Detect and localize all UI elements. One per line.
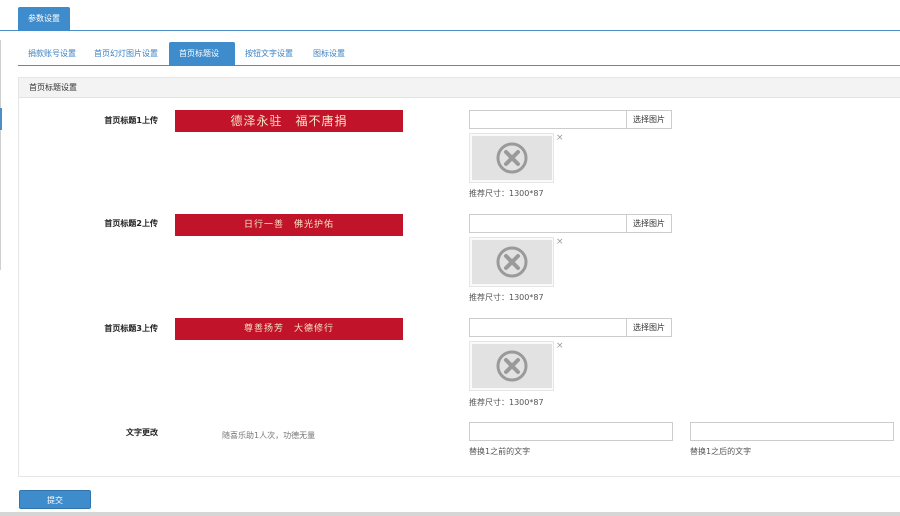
upload3-choose-button[interactable]: 选择图片 [627, 318, 672, 337]
upload2-remove-icon[interactable]: × [556, 237, 564, 247]
upload3-banner-preview: 尊善扬芳 大德修行 [175, 318, 403, 340]
bottom-scrollbar[interactable] [0, 512, 900, 516]
upload1-label: 首页标题1上传 [104, 116, 158, 125]
upload1-banner-preview: 德泽永驻 福不唐捐 [175, 110, 403, 132]
upload2-choose-button[interactable]: 选择图片 [627, 214, 672, 233]
upload2-banner-preview: 日行一善 佛光护佑 [175, 214, 403, 236]
broken-image-icon [496, 142, 528, 174]
tab-icon-settings[interactable]: 图标设置 [303, 42, 355, 66]
upload1-thumbnail [469, 133, 554, 183]
text-change-sample: 随喜乐助1人次，功德无量 [222, 431, 316, 440]
broken-image-icon [496, 246, 528, 278]
tab-button-text[interactable]: 按钮文字设置 [235, 42, 303, 66]
tab-parameter-settings[interactable]: 参数设置 [18, 7, 70, 31]
text-change-label: 文字更改 [126, 428, 158, 437]
top-tab-bar: 参数设置 [0, 0, 900, 31]
text-after-input[interactable] [690, 422, 894, 441]
submit-button[interactable]: 提交 [19, 490, 91, 509]
upload2-path-input[interactable] [469, 214, 627, 233]
upload1-path-input[interactable] [469, 110, 627, 129]
tab-homepage-slides[interactable]: 首页幻灯图片设置 [84, 42, 168, 66]
text-after-hint: 替换1之后的文字 [690, 447, 752, 456]
upload2-size-hint: 推荐尺寸：1300*87 [469, 293, 544, 302]
tab-donation-account[interactable]: 捐款账号设置 [18, 42, 86, 66]
upload1-size-hint: 推荐尺寸：1300*87 [469, 189, 544, 198]
text-before-input[interactable] [469, 422, 673, 441]
sub-tab-bar: 捐款账号设置 首页幻灯图片设置 首页标题设置 按钮文字设置 图标设置 [18, 42, 900, 82]
upload3-label: 首页标题3上传 [104, 324, 158, 333]
text-before-hint: 替换1之前的文字 [469, 447, 531, 456]
settings-panel: 首页标题设置 [18, 77, 900, 477]
upload3-path-input[interactable] [469, 318, 627, 337]
upload1-choose-button[interactable]: 选择图片 [627, 110, 672, 129]
upload2-label: 首页标题2上传 [104, 219, 158, 228]
left-scroll-indicator [0, 108, 2, 130]
left-divider [0, 40, 1, 270]
upload2-thumbnail [469, 237, 554, 287]
upload1-remove-icon[interactable]: × [556, 133, 564, 143]
upload3-thumbnail [469, 341, 554, 391]
broken-image-icon [496, 350, 528, 382]
upload3-remove-icon[interactable]: × [556, 341, 564, 351]
upload3-size-hint: 推荐尺寸：1300*87 [469, 398, 544, 407]
tab-homepage-title[interactable]: 首页标题设置 [169, 42, 235, 82]
panel-title: 首页标题设置 [19, 78, 900, 98]
